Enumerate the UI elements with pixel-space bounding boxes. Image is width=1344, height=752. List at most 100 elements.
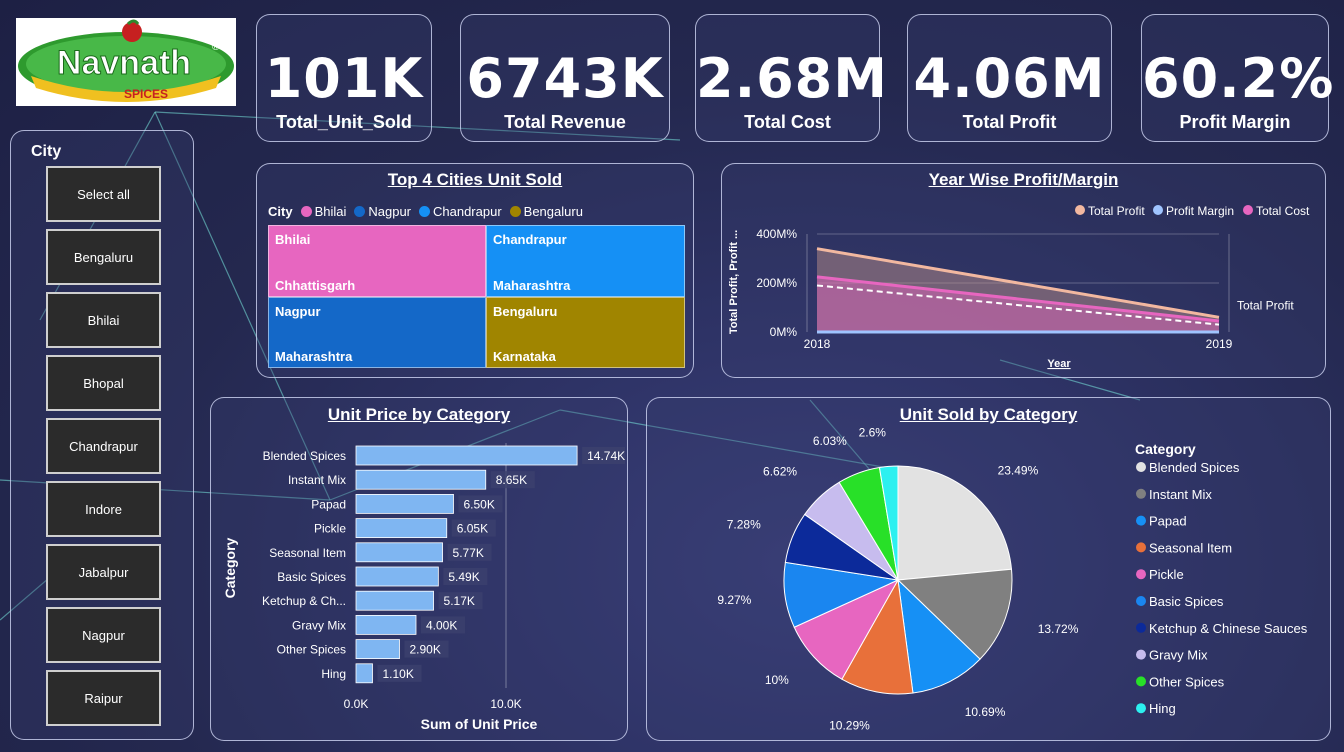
legend-item-bengaluru[interactable]: Bengaluru [509, 204, 583, 219]
treemap-tile-chandrapur[interactable]: Chandrapur Maharashtra [486, 225, 685, 297]
city-button-chandrapur[interactable]: Chandrapur [46, 418, 161, 474]
pie-legend-marker [1136, 462, 1146, 472]
kpi-label: Profit Margin [1179, 112, 1291, 132]
kpi-value: 2.68M [696, 47, 888, 110]
area-ytick-label: 0M% [770, 325, 798, 339]
pie-chart: Category 23.49% 13.72% 10.69% 10.29% 10% 9.27… [717, 425, 1307, 732]
city-button-bhopal[interactable]: Bhopal [46, 355, 161, 411]
pie-legend-item: Basic Spices [1149, 594, 1224, 609]
bar [355, 639, 400, 660]
bar [355, 663, 373, 684]
kpi-label: Total Cost [744, 112, 831, 132]
bar-chart: Category Sum of Unit Price Blended Spice… [222, 443, 625, 732]
bar [355, 614, 417, 635]
kpi-value: 4.06M [913, 47, 1106, 110]
bar-category-label: Basic Spices [277, 570, 346, 584]
bar-ylabel: Category [222, 537, 238, 598]
bar [355, 445, 578, 466]
bar-category-label: Other Spices [277, 643, 346, 657]
kpi-value: 101K [264, 47, 424, 110]
year-profit-panel: Year Wise Profit/Margin Total Profit Pro… [721, 163, 1326, 378]
unit-sold-panel: Unit Sold by Category Category 23.49% 13.… [646, 397, 1331, 741]
unit-price-panel: Unit Price by Category Category Sum of U… [210, 397, 628, 741]
bar-data-label: 5.49K [448, 570, 479, 584]
city-button-nagpur[interactable]: Nagpur [46, 607, 161, 663]
pie-legend-marker [1136, 515, 1146, 526]
pie-legend-title: Category [1135, 441, 1196, 457]
treemap-tile-nagpur[interactable]: Nagpur Maharashtra [268, 297, 486, 368]
pie-data-label: 7.28% [727, 518, 761, 532]
treemap-legend: City Bhilai Nagpur Chandrapur Bengaluru [268, 204, 583, 219]
bar-category-label: Seasonal Item [269, 546, 346, 560]
brand-logo: Navnath ® SPICES [16, 18, 236, 106]
bar [355, 590, 434, 611]
legend-item-chandrapur[interactable]: Chandrapur [419, 204, 502, 219]
pie-legend-marker [1136, 542, 1146, 553]
pie-slice [897, 465, 1013, 581]
bar [355, 542, 443, 563]
pie-data-label: 10% [765, 673, 789, 687]
bar-data-label: 5.77K [453, 546, 484, 560]
pie-data-label: 6.03% [813, 434, 847, 448]
kpi-value: 6743K [466, 47, 664, 110]
bar-data-label: 1.10K [383, 667, 414, 681]
city-button-jabalpur[interactable]: Jabalpur [46, 544, 161, 600]
bar [355, 494, 454, 514]
pie-data-label: 9.27% [717, 593, 751, 607]
city-button-bengaluru[interactable]: Bengaluru [46, 229, 161, 285]
kpi-label: Total Revenue [504, 112, 626, 132]
bar-xtick-label: 10.0K [490, 697, 521, 711]
pie-legend-item: Blended Spices [1149, 460, 1240, 475]
kpi-label: Total Profit [962, 112, 1057, 132]
pie-legend-item: Seasonal Item [1149, 540, 1232, 555]
pie-legend-marker [1136, 596, 1146, 606]
bar-category-label: Pickle [314, 522, 346, 536]
pie-data-label: 10.29% [829, 718, 870, 732]
city-button-bhilai[interactable]: Bhilai [46, 292, 161, 348]
pie-data-label: 13.72% [1038, 622, 1079, 636]
bar-category-label: Hing [321, 667, 346, 681]
pie-legend-item: Instant Mix [1149, 487, 1212, 502]
area-xtick-label: 2019 [1206, 337, 1233, 351]
city-button-select-all[interactable]: Select all [46, 166, 161, 222]
pie-legend-marker [1136, 569, 1146, 580]
pie-legend-marker [1136, 649, 1146, 660]
legend-item-bhilai[interactable]: Bhilai [300, 204, 346, 219]
pie-data-label: 23.49% [998, 464, 1039, 478]
pie-data-label: 2.6% [859, 425, 887, 439]
brand-tagline: SPICES [124, 87, 168, 101]
area-xlabel: Year [1047, 358, 1071, 370]
bar-xtick-label: 0.0K [344, 697, 369, 711]
area-legend: Total Profit Profit Margin Total Cost [1075, 204, 1310, 218]
pie-legend-marker [1136, 703, 1146, 714]
kpi-total-cost: 2.68M Total Cost [695, 14, 888, 142]
kpi-profit-margin: 60.2% Profit Margin [1141, 14, 1335, 142]
legend-profit-margin: Profit Margin [1166, 204, 1234, 218]
bar-category-label: Blended Spices [263, 449, 346, 463]
bar-category-label: Gravy Mix [292, 618, 346, 632]
bar-data-label: 4.00K [426, 618, 457, 632]
area-ylabel: Total Profit, Profit ... [728, 230, 740, 334]
treemap-title: Top 4 Cities Unit Sold [387, 170, 563, 189]
pie-legend-item: Gravy Mix [1149, 648, 1208, 663]
svg-text:®: ® [212, 42, 220, 53]
city-button-raipur[interactable]: Raipur [46, 670, 161, 726]
bar-xlabel: Sum of Unit Price [421, 716, 538, 732]
city-button-indore[interactable]: Indore [46, 481, 161, 537]
kpi-value: 60.2% [1142, 47, 1335, 110]
brand-name: Navnath [57, 44, 191, 82]
pie-legend-item: Papad [1149, 514, 1187, 529]
pie-legend-item: Pickle [1149, 567, 1184, 582]
city-slicer-title: City [31, 143, 62, 160]
kpi-total-units-sold: 101K Total_Unit_Sold [256, 14, 432, 142]
pie-legend-marker [1136, 676, 1146, 687]
treemap-tile-bengaluru[interactable]: Bengaluru Karnataka [486, 297, 685, 368]
bar-data-label: 6.05K [457, 522, 488, 536]
bar-category-label: Papad [311, 497, 346, 511]
bar-category-label: Instant Mix [288, 473, 346, 487]
legend-item-nagpur[interactable]: Nagpur [354, 204, 411, 219]
treemap-tile-bhilai[interactable]: Bhilai Chhattisgarh [268, 225, 486, 297]
pie-legend-item: Other Spices [1149, 674, 1225, 689]
pie-legend-marker [1136, 488, 1146, 499]
bar [355, 566, 439, 587]
